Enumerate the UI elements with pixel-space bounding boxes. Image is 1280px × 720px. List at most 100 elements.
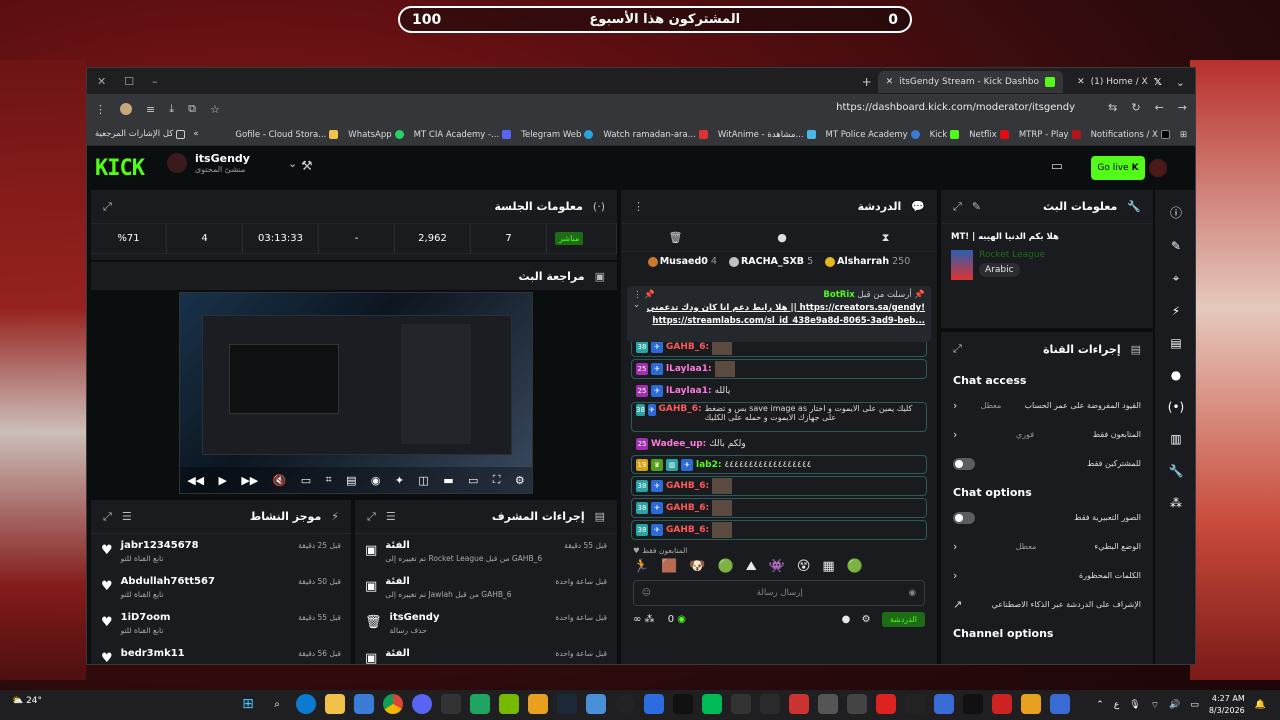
leader-item[interactable]: Alsharrah 250 — [825, 256, 910, 267]
close-tab-icon[interactable]: ✕ — [1077, 77, 1085, 87]
chevron-left-icon[interactable]: « — [193, 129, 198, 139]
download-icon[interactable]: ⤓ — [169, 102, 174, 116]
avatar[interactable] — [1149, 159, 1167, 177]
app-icon[interactable] — [789, 694, 809, 714]
close-window-icon[interactable]: ✕ — [97, 75, 106, 88]
epic-icon[interactable] — [760, 694, 780, 714]
expand-icon[interactable]: ⤢ — [103, 200, 112, 214]
bookmark-gofile[interactable]: Gofile - Cloud Stora... — [235, 130, 339, 140]
emote[interactable]: 🟢 — [847, 559, 863, 574]
chevron-down-icon[interactable]: ⌄ — [288, 157, 297, 170]
nodes-icon[interactable]: ⁂ — [1170, 496, 1182, 510]
app-icon[interactable] — [528, 694, 548, 714]
app-icon[interactable] — [818, 694, 838, 714]
volume-icon[interactable]: 🔊 — [1169, 700, 1180, 710]
app-icon[interactable] — [1050, 694, 1070, 714]
theater-icon[interactable]: ▭ — [468, 474, 478, 487]
server-icon[interactable]: ▥ — [1170, 432, 1181, 446]
star-icon[interactable]: ☆ — [210, 103, 220, 116]
category-name[interactable]: Rocket League — [979, 250, 1045, 260]
expand-icon[interactable]: ⤢ — [103, 510, 112, 524]
leader-item[interactable]: RACHA_SXB 5 — [728, 256, 813, 267]
file-explorer-icon[interactable] — [325, 694, 345, 714]
channel-switcher[interactable]: itsGendy منشئ المحتوى ⌄ — [167, 152, 297, 174]
chevron-down-icon[interactable]: ⌄ — [633, 300, 640, 326]
emote[interactable]: 🏃 — [633, 559, 649, 574]
chrome-icon[interactable] — [383, 694, 403, 714]
emote[interactable]: ⛰ — [746, 559, 757, 574]
video-preview[interactable]: ◀◀ ▶ ▶▶ 🔇 ▭ ⌗ ▤ ◉ ✦ ◫ ▬ ▭ ⛶ ⚙ — [179, 292, 533, 494]
app-icon[interactable] — [644, 694, 664, 714]
leader-item[interactable]: Musaed0 4 — [647, 256, 717, 267]
app-icon[interactable] — [731, 694, 751, 714]
setting-account-age[interactable]: › معطل القيود المفروضة على عمر الحساب — [941, 391, 1153, 420]
menu-icon[interactable]: ⋮ — [95, 103, 106, 116]
discord-icon[interactable] — [412, 694, 432, 714]
apps-grid-icon[interactable]: ⊞ — [1180, 130, 1187, 140]
app-icon[interactable] — [702, 694, 722, 714]
focus-icon[interactable]: ⌖ — [1173, 271, 1180, 286]
play-icon[interactable]: ▶ — [218, 474, 226, 487]
share-icon[interactable]: ⁂ — [645, 614, 655, 625]
chat-bubble-icon[interactable]: ● — [842, 614, 851, 625]
setting-subscribers-only[interactable]: للمشتركين فقط — [941, 449, 1153, 478]
emote[interactable]: 🐶 — [689, 559, 705, 574]
unpin-icon[interactable]: 📌 — [644, 290, 655, 300]
category-thumbnail[interactable] — [951, 250, 973, 280]
hourglass-icon[interactable]: ⧗ — [882, 231, 890, 245]
expand-icon[interactable]: ⤢ — [953, 200, 962, 214]
pinned-link[interactable]: https://streamlabs.com/sl_id_438e9a8d-80… — [647, 316, 925, 326]
more-icon[interactable]: ⋮ — [633, 290, 642, 300]
battery-icon[interactable]: ▭ — [1190, 700, 1199, 710]
emote[interactable]: 🟢 — [718, 559, 734, 574]
bookmark-witanime[interactable]: WitAnime - مشاهدة... — [718, 130, 816, 140]
extensions-icon[interactable]: ⧉ — [188, 102, 196, 116]
tab-search-icon[interactable]: ⌄ — [1176, 76, 1185, 89]
trash-icon[interactable]: 🗑 — [668, 231, 682, 244]
setting-emotes-only[interactable]: الصور التعبيرية فقط — [941, 503, 1153, 532]
setting-ai-moderation[interactable]: ↗ الإشراف على الدردشة عبر الذكاء الاصطناع… — [941, 590, 1153, 619]
app-icon[interactable] — [586, 694, 606, 714]
layout-icon[interactable]: ▭ — [1051, 159, 1063, 174]
more-icon[interactable]: ⋮ — [633, 200, 644, 213]
app-icon[interactable] — [992, 694, 1012, 714]
hammer-icon[interactable]: ⚒ — [301, 159, 313, 174]
setting-banned-words[interactable]: › الكلمات المحظورة — [941, 561, 1153, 590]
settings-icon[interactable]: ⚙ — [862, 614, 871, 625]
mic-icon[interactable]: 🎙 — [1129, 700, 1140, 710]
forward-icon[interactable]: → — [1178, 101, 1187, 114]
app-icon[interactable] — [876, 694, 896, 714]
info-icon[interactable]: ⓘ — [1170, 204, 1182, 221]
bookmark-whatsapp[interactable]: WhatsApp — [348, 130, 404, 140]
clock[interactable]: 4:27 AM 8/3/2026 — [1209, 693, 1245, 717]
chat-bubble-icon[interactable]: ● — [777, 231, 787, 244]
search-icon[interactable]: ⌕ — [267, 694, 287, 714]
clip-icon[interactable]: ▤ — [346, 474, 356, 487]
subscribers-only-toggle[interactable] — [953, 457, 975, 470]
rewind-icon[interactable]: ◀◀ — [187, 474, 204, 487]
document-icon[interactable]: ▤ — [1170, 336, 1181, 350]
app-icon[interactable] — [905, 694, 925, 714]
close-tab-icon[interactable]: ✕ — [886, 77, 894, 87]
bookmark-kick[interactable]: Kick — [930, 130, 960, 140]
steam-icon[interactable] — [557, 694, 577, 714]
bolt-icon[interactable]: ⚡ — [1172, 304, 1180, 318]
send-chat-button[interactable]: الدردشة — [881, 612, 925, 627]
language-indicator[interactable]: ع — [1114, 700, 1119, 710]
filter-icon[interactable]: ≡ — [146, 103, 155, 116]
broadcast-icon[interactable]: (•) — [1168, 400, 1184, 414]
bookmark-ramadan[interactable]: Watch ramadan-ara... — [603, 130, 708, 140]
emote[interactable]: 😵 — [797, 559, 811, 574]
pip-icon[interactable]: ◫ — [418, 474, 428, 487]
emotes-only-toggle[interactable] — [953, 511, 975, 524]
start-icon[interactable]: ⊞ — [238, 694, 258, 714]
filter-icon[interactable]: ☰ — [386, 510, 396, 523]
app-icon[interactable] — [1021, 694, 1041, 714]
settings-icon[interactable]: ⚙ — [515, 474, 525, 487]
emote-picker-icon[interactable]: ◉ — [909, 588, 916, 598]
bookmark-mt-police[interactable]: MT Police Academy — [826, 130, 920, 140]
nvidia-icon[interactable] — [499, 694, 519, 714]
go-live-button[interactable]: Go live K — [1091, 156, 1145, 180]
new-tab-button[interactable]: + — [862, 75, 872, 89]
app-icon[interactable] — [673, 694, 693, 714]
